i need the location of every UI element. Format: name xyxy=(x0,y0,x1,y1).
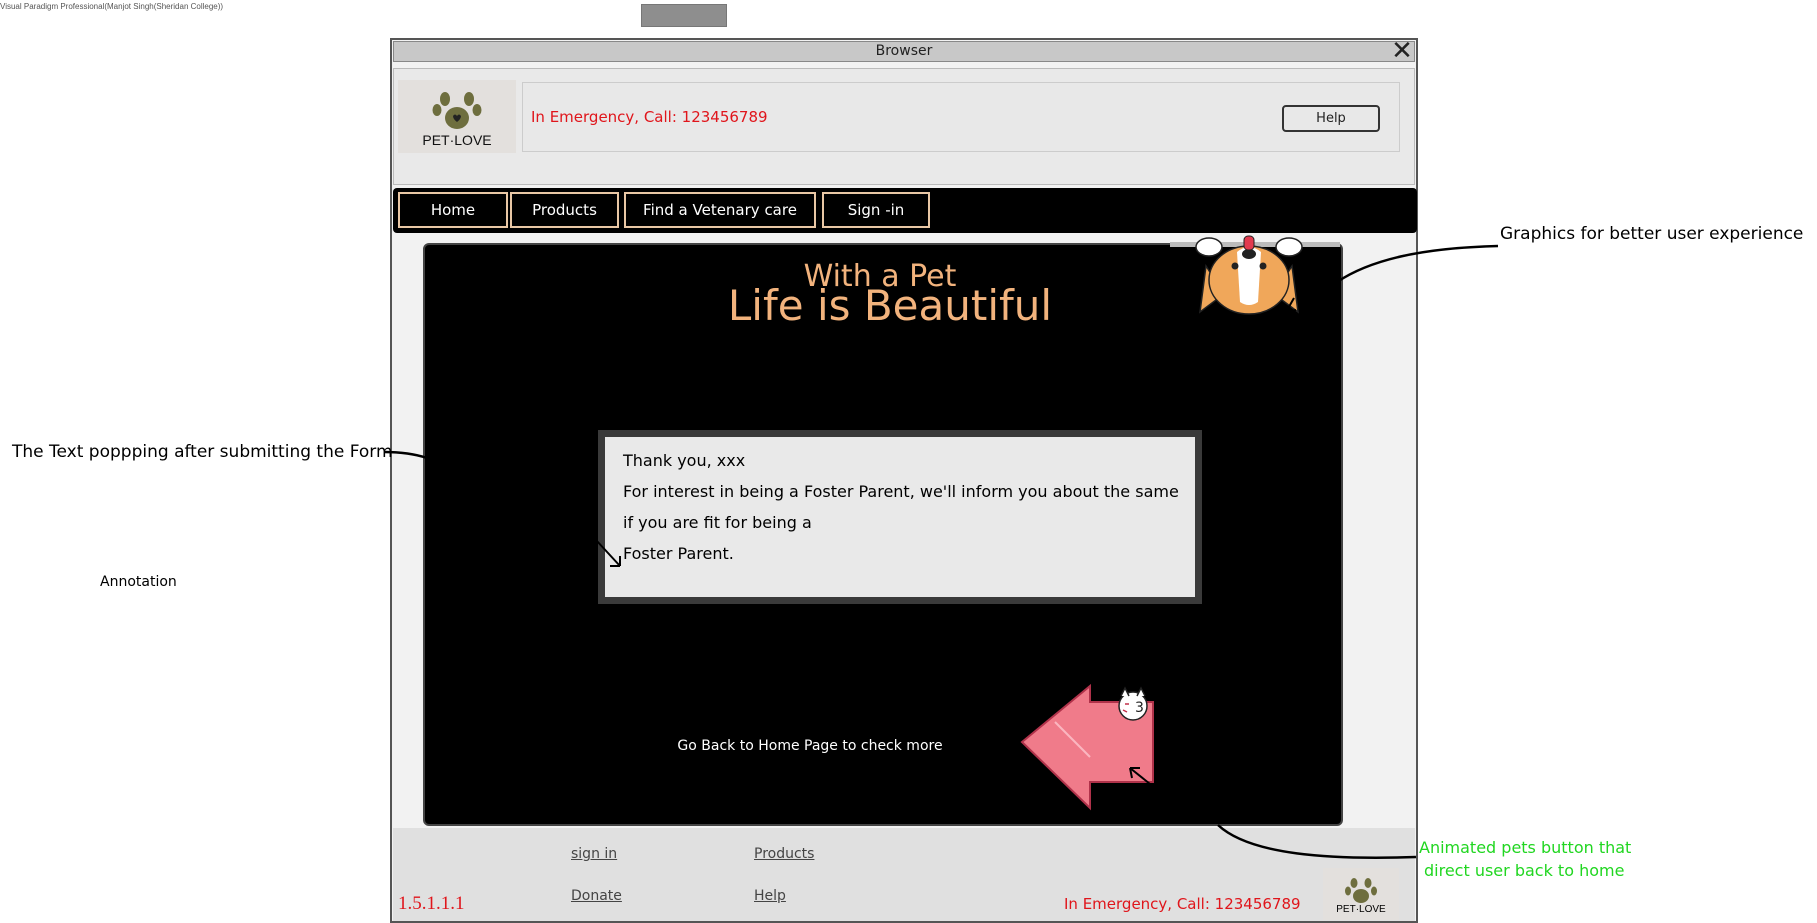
annotation-graphics: Graphics for better user experience xyxy=(1500,224,1804,244)
footer-link-sign-in[interactable]: sign in xyxy=(571,846,617,862)
toolbar-tab[interactable] xyxy=(641,4,727,27)
hero-title-line2: Life is Beautiful xyxy=(727,281,1053,330)
pet-love-logo[interactable]: PET·LOVE xyxy=(398,80,516,153)
annotation-animated-line2: direct user back to home xyxy=(1424,861,1625,880)
svg-text:3: 3 xyxy=(1135,700,1144,716)
window-title: Browser xyxy=(393,41,1415,62)
version-number: 1.5.1.1.1 xyxy=(398,893,465,914)
message-line-1: Thank you, xxx xyxy=(623,451,746,470)
app-watermark: Visual Paradigm Professional(Manjot Sing… xyxy=(0,2,224,11)
annotation-animated-line1: Animated pets button that xyxy=(1419,838,1632,857)
footer-logo[interactable]: PET·LOVE xyxy=(1323,868,1399,920)
help-button[interactable]: Help xyxy=(1282,105,1380,132)
go-back-text: Go Back to Home Page to check more xyxy=(677,738,943,754)
nav-sign-in[interactable]: Sign -in xyxy=(822,192,930,228)
footer-logo-text: PET·LOVE xyxy=(1336,904,1386,915)
logo-text: PET·LOVE xyxy=(422,132,492,148)
nav-products[interactable]: Products xyxy=(510,192,619,228)
nav-find-vet-care[interactable]: Find a Vetenary care xyxy=(624,192,816,228)
annotation-label: Annotation xyxy=(100,574,177,590)
footer-link-donate[interactable]: Donate xyxy=(571,888,622,904)
message-line-4: Foster Parent. xyxy=(623,544,734,563)
nav-home[interactable]: Home xyxy=(398,192,508,228)
paw-icon xyxy=(1345,878,1377,903)
annotation-text-popping: The Text poppping after submitting the F… xyxy=(12,442,393,462)
emergency-call-text: In Emergency, Call: 123456789 xyxy=(531,108,768,126)
footer-emergency-text: In Emergency, Call: 123456789 xyxy=(1064,895,1301,913)
close-icon[interactable]: ✕ xyxy=(1389,38,1415,64)
footer-link-help[interactable]: Help xyxy=(754,888,786,904)
message-line-2: For interest in being a Foster Parent, w… xyxy=(623,482,1179,501)
message-line-3: if you are fit for being a xyxy=(623,513,812,532)
back-home-arrow-button[interactable]: 3 xyxy=(1015,682,1175,812)
paw-icon xyxy=(432,92,482,129)
corgi-graphic xyxy=(1195,235,1303,315)
footer-link-products[interactable]: Products xyxy=(754,846,814,862)
